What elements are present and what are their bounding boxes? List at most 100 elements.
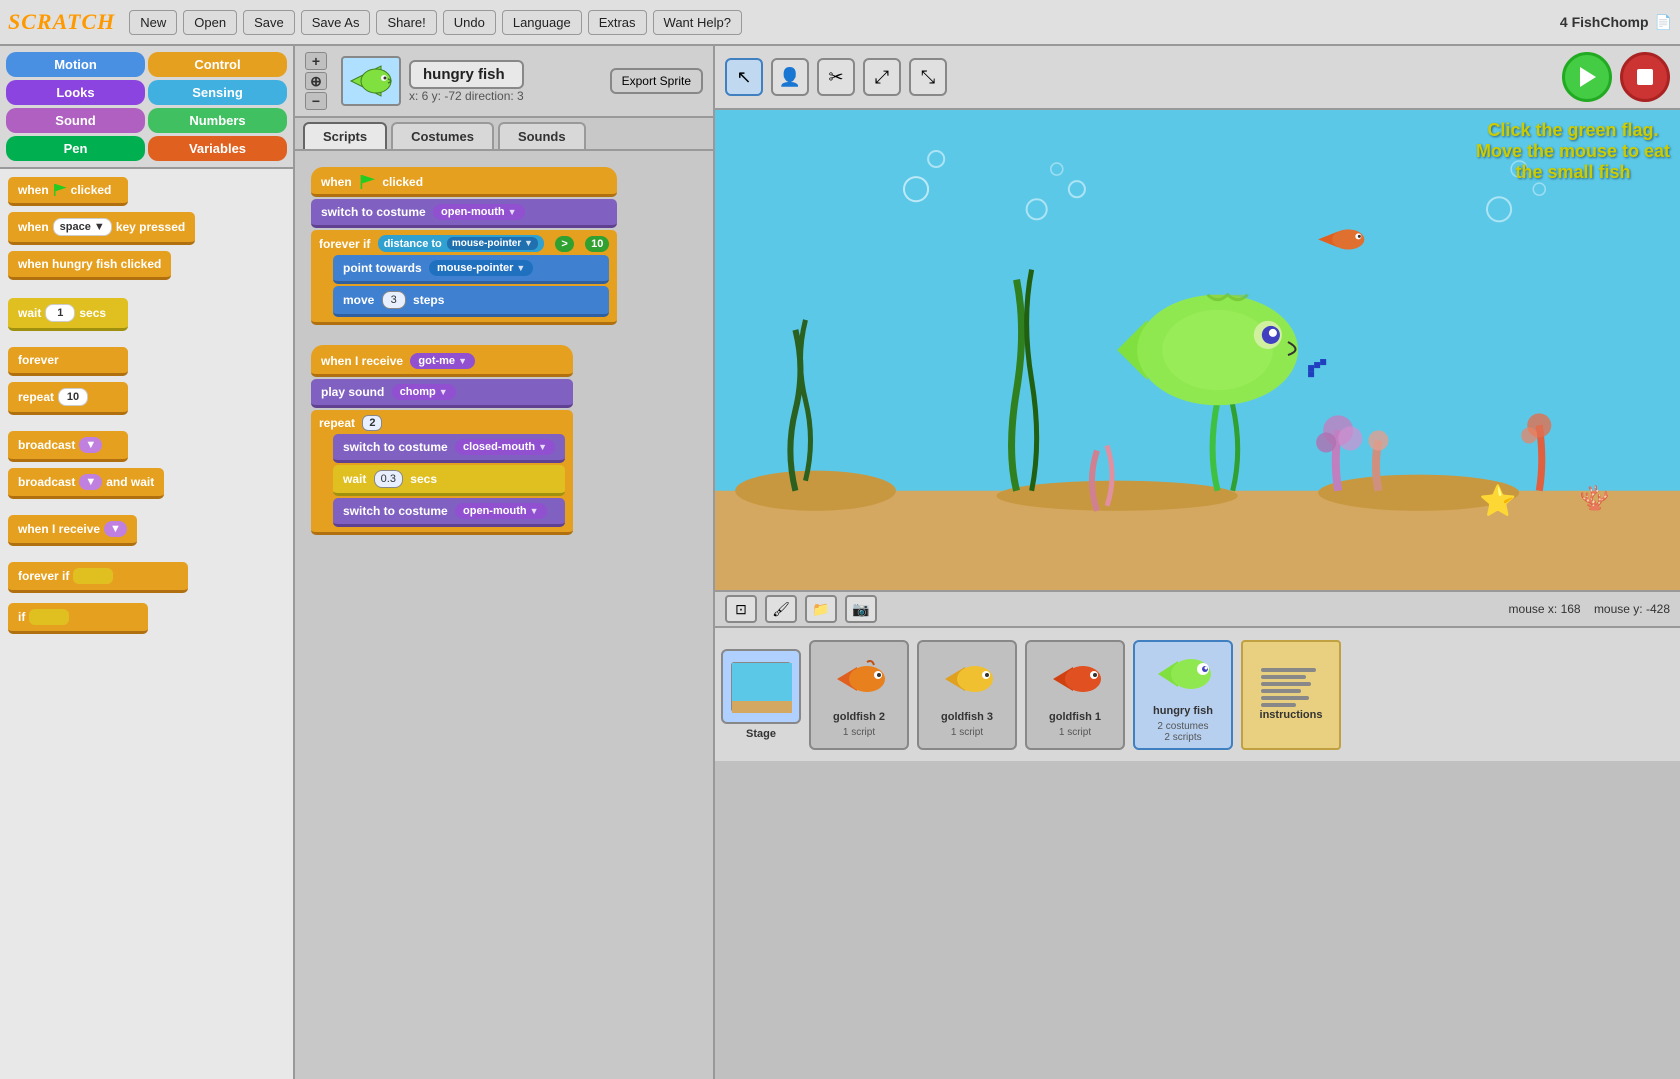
page-icon: 📄 [1655,14,1672,31]
category-variables[interactable]: Variables [148,136,287,161]
camera-tool-button[interactable]: 📷 [845,595,877,623]
sprite-meta-hungryfish: 2 costumes2 scripts [1157,721,1208,743]
block-play-sound[interactable]: play sound chomp ▼ [311,379,573,408]
block-forever-if[interactable]: forever if [8,562,188,593]
category-looks[interactable]: Looks [6,80,145,105]
sprite-label-goldfish2: goldfish 2 [833,711,885,723]
block-switch-costume-closed[interactable]: switch to costume closed-mouth ▼ [333,434,565,463]
main-area: Motion Control Looks Sensing Sound Numbe… [0,46,1680,1079]
scripts-panel: + ⊕ − hungry fish x: 6 y: -72 direction:… [295,46,715,1079]
blocks-list: when clicked when space ▼ key pressed wh… [0,169,293,1079]
block-forever[interactable]: forever [8,347,128,376]
scripts-content: when clicked switch to costume open-mout… [295,151,713,1079]
block-when-clicked[interactable]: when clicked [8,177,128,206]
scissors-tool-button[interactable]: ✂ [817,58,855,96]
block-hat-flag[interactable]: when clicked [311,167,617,197]
stamp-tool-button[interactable]: 👤 [771,58,809,96]
sprite-thumbnail [341,56,401,106]
sprite-label-goldfish3: goldfish 3 [941,711,993,723]
sprite-header: + ⊕ − hungry fish x: 6 y: -72 direction:… [295,46,713,118]
sprite-meta-goldfish2: 1 script [843,727,875,738]
category-motion[interactable]: Motion [6,52,145,77]
sprite-img-goldfish2 [829,652,889,707]
stage-controls: ↖ 👤 ✂ ⤢ ⤡ [715,46,1680,110]
zoom-fit-button[interactable]: ⊕ [305,72,327,90]
block-if[interactable]: if [8,603,148,634]
sprite-meta-goldfish3: 1 script [951,727,983,738]
project-name: 4 FishChomp 📄 [1560,14,1672,31]
category-numbers[interactable]: Numbers [148,108,287,133]
sprite-card-goldfish3[interactable]: goldfish 3 1 script [917,640,1017,750]
blocks-panel: Motion Control Looks Sensing Sound Numbe… [0,46,295,1079]
save-as-button[interactable]: Save As [301,10,371,35]
share-button[interactable]: Share! [376,10,436,35]
stop-button[interactable] [1620,52,1670,102]
extras-button[interactable]: Extras [588,10,647,35]
sprite-img-goldfish3 [937,652,997,707]
block-broadcast[interactable]: broadcast ▼ [8,431,128,462]
block-broadcast-wait[interactable]: broadcast ▼ and wait [8,468,164,499]
undo-button[interactable]: Undo [443,10,496,35]
tab-scripts[interactable]: Scripts [303,122,387,149]
category-sensing[interactable]: Sensing [148,80,287,105]
save-button[interactable]: Save [243,10,295,35]
block-repeat-wrap[interactable]: repeat 2 switch to costume closed-mouth … [311,410,573,535]
stage-instructions-text: Click the green flag.Move the mouse to e… [1476,120,1670,183]
stage-layout-button[interactable]: ⊡ [725,595,757,623]
category-control[interactable]: Control [148,52,287,77]
scratch-logo: SCRATCH [8,9,115,35]
folder-tool-button[interactable]: 📁 [805,595,837,623]
block-move-steps[interactable]: move 3 steps [333,286,609,317]
paint-tool-button[interactable]: 🖌 [765,595,797,623]
stage-sprite-card[interactable]: Stage [721,649,801,740]
block-hat-receive[interactable]: when I receive got-me ▼ [311,345,573,377]
zoom-in-button[interactable]: + [305,52,327,70]
stage-label: Stage [746,728,776,740]
stage-area: ⭐ 🪸 [715,110,1680,590]
category-sound[interactable]: Sound [6,108,145,133]
sprite-card-hungryfish[interactable]: hungry fish 2 costumes2 scripts [1133,640,1233,750]
open-button[interactable]: Open [183,10,237,35]
block-switch-costume-open[interactable]: switch to costume open-mouth ▼ [333,498,565,527]
sprite-label-instructions: instructions [1260,709,1323,721]
block-when-key-pressed[interactable]: when space ▼ key pressed [8,212,195,245]
sprite-card-goldfish2[interactable]: goldfish 2 1 script [809,640,909,750]
sprite-name-display: hungry fish [409,60,524,89]
tab-costumes[interactable]: Costumes [391,122,494,149]
script-group-1: when clicked switch to costume open-mout… [311,167,617,325]
sprite-card-instructions[interactable]: instructions [1241,640,1341,750]
block-switch-costume-1[interactable]: switch to costume open-mouth ▼ [311,199,617,228]
right-panel: ↖ 👤 ✂ ⤢ ⤡ [715,46,1680,1079]
zoom-out-button[interactable]: − [305,92,327,110]
sprite-name-area: hungry fish x: 6 y: -72 direction: 3 [409,60,524,103]
sprite-card-goldfish1[interactable]: goldfish 1 1 script [1025,640,1125,750]
tab-sounds[interactable]: Sounds [498,122,586,149]
block-wait[interactable]: wait 1 secs [8,298,128,331]
sprite-label-goldfish1: goldfish 1 [1049,711,1101,723]
mouse-y-label: mouse y: [1594,602,1643,616]
block-repeat[interactable]: repeat 10 [8,382,128,415]
block-point-towards[interactable]: point towards mouse-pointer ▼ [333,255,609,284]
block-wait-03[interactable]: wait 0.3 secs [333,465,565,496]
sprite-label-hungryfish: hungry fish [1153,705,1213,717]
zoom-controls: + ⊕ − [305,52,327,110]
language-button[interactable]: Language [502,10,582,35]
block-when-receive[interactable]: when I receive ▼ [8,515,137,546]
block-when-sprite-clicked[interactable]: when hungry fish clicked [8,251,171,280]
shrink-tool-button[interactable]: ⤡ [909,58,947,96]
svg-text:⭐: ⭐ [1479,483,1517,518]
block-forever-if-wrap[interactable]: forever if distance to mouse-pointer ▼ >… [311,230,617,325]
instructions-lines-icon [1261,668,1321,707]
topbar: SCRATCH New Open Save Save As Share! Und… [0,0,1680,46]
grow-tool-button[interactable]: ⤢ [863,58,901,96]
stage-thumbnail-card[interactable] [721,649,801,724]
category-pen[interactable]: Pen [6,136,145,161]
svg-text:🪸: 🪸 [1579,484,1609,512]
green-flag-button[interactable] [1562,52,1612,102]
help-button[interactable]: Want Help? [653,10,742,35]
export-sprite-button[interactable]: Export Sprite [610,68,703,94]
new-button[interactable]: New [129,10,177,35]
mouse-x-value: 168 [1561,602,1581,616]
sprite-img-hungryfish [1153,646,1213,701]
pointer-tool-button[interactable]: ↖ [725,58,763,96]
